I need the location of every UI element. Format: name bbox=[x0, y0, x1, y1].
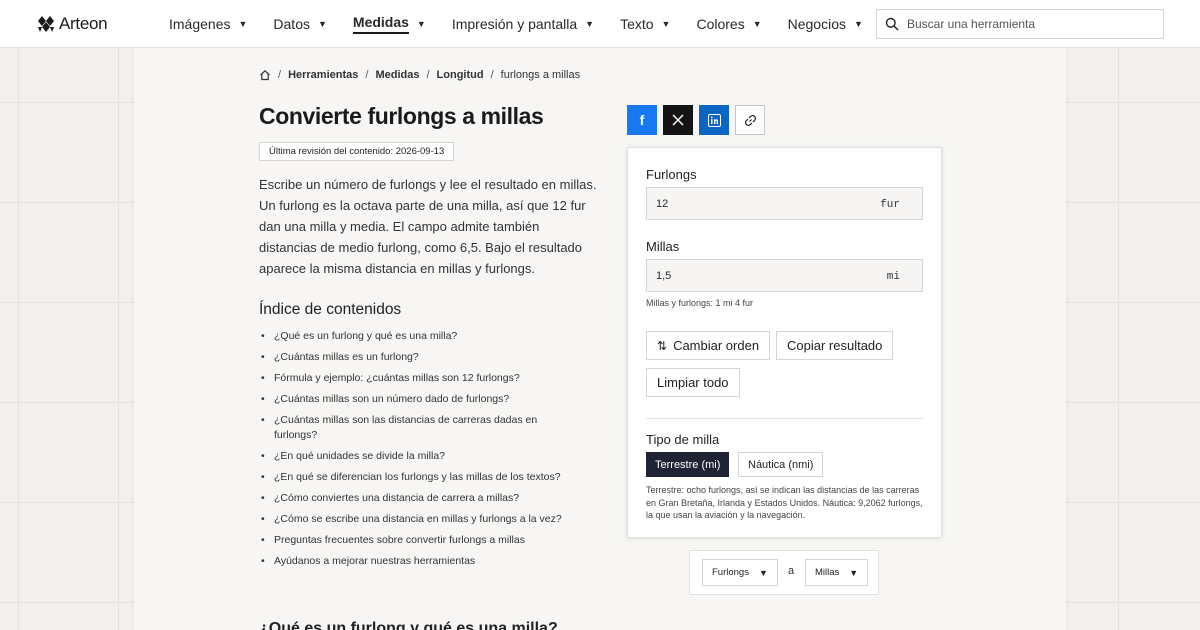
miles-input[interactable]: 1,5 mi bbox=[646, 259, 923, 292]
nav-item-label: Medidas bbox=[352, 14, 409, 34]
miles-value: 1,5 bbox=[656, 269, 672, 282]
home-icon[interactable] bbox=[259, 69, 271, 81]
nav-item-label: Impresión y pantalla bbox=[451, 16, 578, 32]
swap-arrows-icon: ⇅ bbox=[657, 338, 668, 353]
breadcrumb-current: furlongs a millas bbox=[500, 69, 581, 81]
page-title: Convierte furlongs a millas bbox=[259, 103, 544, 129]
mile-type-note: Terrestre: ocho furlongs, así se indican… bbox=[646, 485, 923, 520]
from-unit-value: Furlongs bbox=[712, 567, 749, 578]
furlongs-unit: fur bbox=[880, 199, 900, 211]
toc-link[interactable]: ¿Qué es un furlong y qué es una milla? bbox=[259, 329, 589, 344]
facebook-share-button[interactable]: f bbox=[627, 105, 657, 135]
breadcrumb-separator: / bbox=[490, 69, 494, 81]
furlongs-label: Furlongs bbox=[646, 167, 697, 182]
toc-link[interactable]: ¿Cuántas millas es un furlong? bbox=[259, 350, 589, 365]
divider bbox=[646, 418, 923, 419]
toc-link[interactable]: ¿Cómo conviertes una distancia de carrer… bbox=[259, 491, 589, 506]
nav-item-label: Texto bbox=[620, 16, 654, 32]
clear-all-button[interactable]: Limpiar todo bbox=[646, 368, 740, 397]
copy-link-button[interactable] bbox=[735, 105, 765, 135]
search-placeholder: Buscar una herramienta bbox=[907, 17, 1036, 31]
nav-item-datos[interactable]: Datos ▼ bbox=[273, 0, 327, 48]
breadcrumb-separator: / bbox=[365, 69, 369, 81]
nav-item-label: Colores bbox=[696, 16, 745, 32]
caret-down-icon: ▼ bbox=[849, 567, 859, 578]
unit-switcher: Furlongs ▼ a Millas ▼ bbox=[689, 550, 879, 595]
toc-link[interactable]: ¿Cuántas millas son las distancias de ca… bbox=[259, 413, 559, 443]
to-unit-select[interactable]: Millas ▼ bbox=[805, 559, 869, 586]
nav-item-impresion[interactable]: Impresión y pantalla ▼ bbox=[452, 0, 594, 48]
copy-result-label: Copiar resultado bbox=[787, 338, 883, 353]
clear-all-label: Limpiar todo bbox=[657, 375, 729, 390]
toc-link[interactable]: ¿En qué unidades se divide la milla? bbox=[259, 449, 589, 464]
nav-item-label: Datos bbox=[273, 16, 310, 32]
caret-down-icon: ▼ bbox=[238, 19, 248, 29]
x-icon bbox=[672, 114, 684, 126]
caret-down-icon: ▼ bbox=[854, 19, 863, 29]
mile-type-option-nautica[interactable]: Náutica (nmi) bbox=[738, 452, 824, 477]
caret-down-icon: ▼ bbox=[758, 567, 768, 578]
miles-label: Millas bbox=[646, 239, 680, 254]
main-nav: Imágenes ▼ Datos ▼ Medidas ▼ Impresión y pa… bbox=[169, 0, 863, 48]
nav-item-texto[interactable]: Texto ▼ bbox=[620, 0, 670, 48]
caret-down-icon: ▼ bbox=[752, 19, 762, 29]
link-icon bbox=[744, 114, 756, 126]
logo[interactable]: Arteon bbox=[38, 14, 108, 34]
arteon-logo-icon bbox=[38, 16, 54, 32]
mixed-units-hint: Millas y furlongs: 1 mi 4 fur bbox=[646, 298, 754, 308]
x-share-button[interactable] bbox=[663, 105, 693, 135]
copy-result-button[interactable]: Copiar resultado bbox=[776, 331, 894, 360]
logo-text: Arteon bbox=[59, 14, 108, 33]
nav-item-label: Negocios bbox=[787, 16, 846, 32]
converter-panel: Furlongs 12 fur Millas 1,5 mi Millas y f… bbox=[627, 147, 942, 538]
toc-link[interactable]: ¿Cuántas millas son un número dado de fu… bbox=[259, 392, 589, 407]
intro-paragraph: Escribe un número de furlongs y lee el r… bbox=[259, 177, 597, 276]
toc-link[interactable]: Ayúdanos a mejorar nuestras herramientas bbox=[259, 554, 589, 569]
linkedin-share-button[interactable] bbox=[699, 105, 729, 135]
breadcrumb-link-longitud[interactable]: Longitud bbox=[437, 69, 484, 81]
breadcrumb-link-medidas[interactable]: Medidas bbox=[375, 69, 419, 81]
table-of-contents: ¿Qué es un furlong y qué es una milla? ¿… bbox=[259, 329, 589, 575]
top-navigation-bar: Arteon Imágenes ▼ Datos ▼ Medidas ▼ Impresi… bbox=[0, 0, 1200, 48]
mile-type-label: Tipo de milla bbox=[646, 432, 720, 447]
miles-unit: mi bbox=[886, 271, 900, 283]
facebook-icon: f bbox=[639, 112, 645, 128]
revision-badge: Última revisión del contenido: 2026-09-1… bbox=[259, 142, 455, 161]
from-unit-select[interactable]: Furlongs ▼ bbox=[702, 559, 778, 586]
toc-title: Índice de contenidos bbox=[259, 301, 402, 318]
toc-link[interactable]: Preguntas frecuentes sobre convertir fur… bbox=[259, 533, 589, 548]
swap-order-label: Cambiar orden bbox=[673, 338, 760, 353]
toc-link[interactable]: Fórmula y ejemplo: ¿cuántas millas son 1… bbox=[259, 371, 589, 386]
to-unit-value: Millas bbox=[815, 567, 840, 578]
mile-type-option-terrestre[interactable]: Terrestre (mi) bbox=[646, 452, 730, 477]
furlongs-input[interactable]: 12 fur bbox=[646, 187, 923, 220]
caret-down-icon: ▼ bbox=[416, 19, 426, 29]
caret-down-icon: ▼ bbox=[317, 19, 327, 29]
toc-link[interactable]: ¿Cómo se escribe una distancia en millas… bbox=[259, 512, 589, 527]
nav-item-imagenes[interactable]: Imágenes ▼ bbox=[169, 0, 247, 48]
breadcrumb-separator: / bbox=[278, 69, 282, 81]
search-icon bbox=[885, 17, 899, 31]
furlongs-value: 12 bbox=[656, 197, 669, 210]
section-heading: ¿Qué es un furlong y qué es una milla? bbox=[259, 620, 558, 630]
nav-item-colores[interactable]: Colores ▼ bbox=[696, 0, 761, 48]
linkedin-icon bbox=[707, 113, 721, 127]
breadcrumb-link-herramientas[interactable]: Herramientas bbox=[288, 69, 358, 81]
share-buttons: f bbox=[627, 105, 765, 135]
swap-order-button[interactable]: ⇅ Cambiar orden bbox=[646, 331, 771, 360]
caret-down-icon: ▼ bbox=[585, 19, 595, 29]
caret-down-icon: ▼ bbox=[661, 19, 671, 29]
breadcrumb: / Herramientas / Medidas / Longitud / fu… bbox=[259, 69, 580, 81]
unit-connector: a bbox=[788, 565, 795, 577]
nav-item-medidas[interactable]: Medidas ▼ bbox=[352, 0, 426, 48]
search-input[interactable]: Buscar una herramienta bbox=[876, 9, 1164, 39]
toc-link[interactable]: ¿En qué se diferencian los furlongs y la… bbox=[259, 470, 589, 485]
breadcrumb-separator: / bbox=[426, 69, 430, 81]
nav-item-negocios[interactable]: Negocios ▼ bbox=[788, 0, 863, 48]
nav-item-label: Imágenes bbox=[169, 16, 231, 32]
